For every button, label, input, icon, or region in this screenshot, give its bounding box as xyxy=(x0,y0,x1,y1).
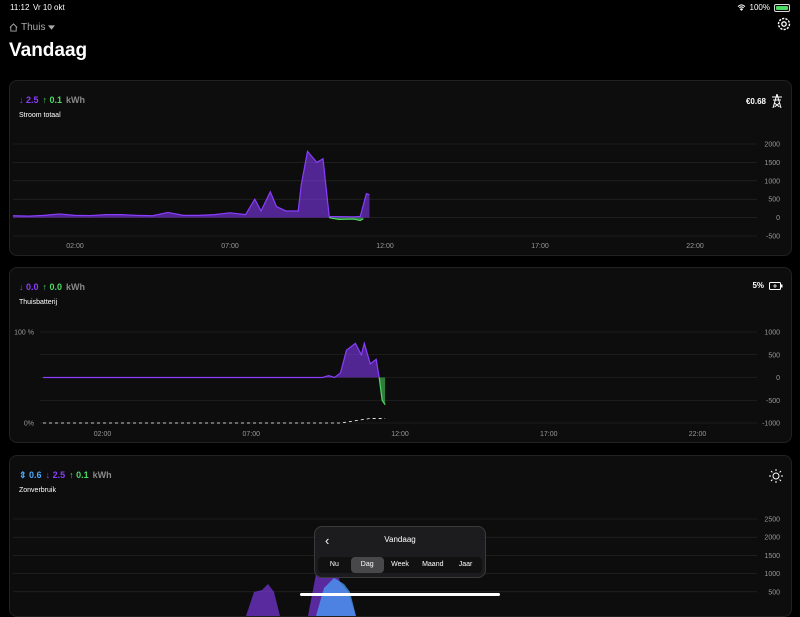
picker-title: Vandaag xyxy=(384,535,416,544)
y-tick-label: 500 xyxy=(768,197,780,204)
x-tick-label: 07:00 xyxy=(242,431,260,438)
home-indicator[interactable] xyxy=(300,593,500,596)
y-tick-label: 2000 xyxy=(764,142,780,149)
home-icon xyxy=(9,23,18,32)
location-selector[interactable]: Thuis xyxy=(9,22,56,33)
y-tick-label: 1000 xyxy=(764,178,780,185)
segment-dag[interactable]: Dag xyxy=(350,557,384,573)
series-area xyxy=(246,584,280,616)
y-tick-label: 500 xyxy=(768,589,780,596)
y-tick-label: 2000 xyxy=(764,535,780,542)
x-tick-label: 12:00 xyxy=(391,431,409,438)
y-tick-label: 2500 xyxy=(764,517,780,524)
page-title: Vandaag xyxy=(9,40,88,61)
status-bar: 11:12 Vr 10 okt 100% xyxy=(0,0,800,14)
stroom-chart: 2000 1500 1000 500 0 -500 02:00 07:00 12:00 17:00… xyxy=(12,142,780,250)
x-tick-label: 17:00 xyxy=(531,243,549,250)
gear-icon[interactable] xyxy=(776,16,792,32)
card-thuisbatterij[interactable]: ↓ 0.0 ↑ 0.0 kWh Thuisbatterij 5% 1000 500… xyxy=(9,267,792,443)
period-segmented-control: Nu Dag Week Maand Jaar xyxy=(318,557,482,573)
soc-tick-label: 0% xyxy=(24,421,34,428)
y-tick-label: -1000 xyxy=(762,421,780,428)
battery-status-icon xyxy=(774,3,790,12)
y-tick-label: -500 xyxy=(766,234,780,241)
battery-chart: 1000 500 0 -500 -1000 02:00 07:00 12:00 17:00 22:… xyxy=(14,330,780,439)
segment-week[interactable]: Week xyxy=(384,557,417,573)
series-area xyxy=(43,343,380,378)
y-tick-label: 500 xyxy=(768,352,780,359)
x-tick-label: 02:00 xyxy=(66,243,84,250)
x-tick-label: 02:00 xyxy=(94,431,112,438)
battery-percent: 100% xyxy=(749,3,770,12)
y-tick-label: 1500 xyxy=(764,553,780,560)
y-tick-label: 0 xyxy=(776,375,780,382)
x-tick-label: 17:00 xyxy=(540,431,558,438)
y-tick-label: 1000 xyxy=(764,571,780,578)
segment-nu[interactable]: Nu xyxy=(318,557,351,573)
date: Vr 10 okt xyxy=(33,3,65,12)
x-tick-label: 12:00 xyxy=(376,243,394,250)
y-tick-label: -500 xyxy=(766,398,780,405)
soc-tick-label: 100 % xyxy=(14,330,34,337)
y-tick-label: 0 xyxy=(776,215,780,222)
card-stroom-totaal[interactable]: ↓ 2.5 ↑ 0.1 kWh Stroom totaal €0.68 2000… xyxy=(9,80,792,256)
period-picker: ‹ Vandaag Nu Dag Week Maand Jaar xyxy=(314,526,486,578)
clock: 11:12 xyxy=(10,3,30,12)
segment-jaar[interactable]: Jaar xyxy=(449,557,482,573)
x-tick-label: 22:00 xyxy=(689,431,707,438)
series-line xyxy=(43,341,380,379)
x-tick-label: 07:00 xyxy=(221,243,239,250)
x-tick-label: 22:00 xyxy=(686,243,704,250)
y-tick-label: 1500 xyxy=(764,160,780,167)
wifi-icon xyxy=(737,4,745,11)
segment-maand[interactable]: Maand xyxy=(416,557,449,573)
chevron-down-icon xyxy=(48,25,56,30)
soc-line xyxy=(43,418,386,424)
y-tick-label: 1000 xyxy=(764,330,780,337)
location-label: Thuis xyxy=(21,22,46,33)
